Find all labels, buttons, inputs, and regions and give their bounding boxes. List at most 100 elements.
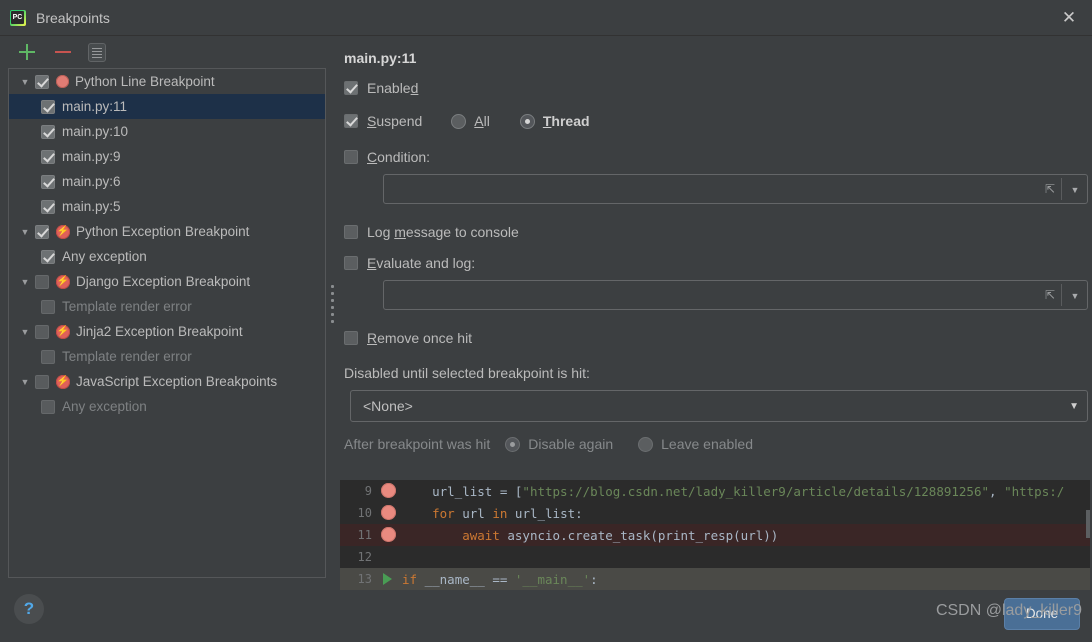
remove-once-hit-checkbox[interactable] bbox=[344, 331, 358, 345]
plus-icon[interactable] bbox=[16, 41, 38, 63]
chevron-down-icon[interactable]: ▼ bbox=[1069, 290, 1081, 302]
suspend-thread-label: Thread bbox=[542, 113, 590, 129]
tree-row-label: Template render error bbox=[62, 299, 192, 314]
tree-row-checkbox[interactable] bbox=[41, 124, 55, 139]
help-button[interactable]: ? bbox=[14, 594, 44, 624]
suspend-all-radio[interactable] bbox=[451, 113, 467, 129]
twisty-expanded-icon[interactable]: ▼ bbox=[15, 327, 35, 337]
tree-row[interactable]: main.py:5 bbox=[9, 194, 325, 219]
pane-splitter[interactable] bbox=[329, 281, 336, 341]
code-preview[interactable]: 9 url_list = ["https://blog.csdn.net/lad… bbox=[340, 480, 1090, 590]
tree-row-checkbox[interactable] bbox=[41, 299, 55, 314]
breakpoint-tree-pane: ▼ Python Line Breakpoint main.py:11 main.py… bbox=[8, 36, 326, 590]
leave-enabled-radio[interactable] bbox=[638, 436, 654, 452]
tree-row-label: main.py:10 bbox=[62, 124, 129, 139]
expand-icon[interactable]: ⇱ bbox=[1043, 182, 1057, 196]
tree-row-checkbox[interactable] bbox=[41, 149, 55, 164]
tree-row[interactable]: Template render error bbox=[9, 344, 325, 369]
tree-row[interactable]: ▼ Jinja2 Exception Breakpoint bbox=[9, 319, 325, 344]
tree-row-checkbox[interactable] bbox=[35, 274, 49, 289]
condition-input[interactable]: ⇱ ▼ bbox=[383, 174, 1088, 204]
after-hit-row: After breakpoint was hit Disable again L… bbox=[340, 436, 1090, 452]
evaluate-log-label: Evaluate and log: bbox=[367, 255, 476, 271]
chevron-down-icon[interactable]: ▼ bbox=[1069, 401, 1079, 412]
suspend-thread-radio[interactable] bbox=[519, 113, 535, 129]
tree-row-checkbox[interactable] bbox=[35, 74, 49, 89]
expand-icon[interactable]: ⇱ bbox=[1043, 288, 1057, 302]
code-scrollbar[interactable] bbox=[1086, 510, 1090, 538]
tree-row[interactable]: main.py:9 bbox=[9, 144, 325, 169]
code-line-text: url_list = ["https://blog.csdn.net/lady_… bbox=[402, 483, 1065, 499]
pycharm-logo-icon bbox=[10, 9, 26, 26]
tree-row-checkbox[interactable] bbox=[41, 199, 55, 214]
chevron-down-icon[interactable]: ▼ bbox=[1069, 184, 1081, 196]
tree-row-checkbox[interactable] bbox=[41, 174, 55, 189]
tree-row[interactable]: ▼ Python Exception Breakpoint bbox=[9, 219, 325, 244]
code-line: 9 url_list = ["https://blog.csdn.net/lad… bbox=[340, 480, 1090, 502]
enabled-checkbox[interactable] bbox=[344, 81, 358, 95]
twisty-expanded-icon[interactable]: ▼ bbox=[15, 277, 35, 287]
tree-row-checkbox[interactable] bbox=[35, 374, 49, 389]
tree-row-checkbox[interactable] bbox=[41, 399, 55, 414]
field-divider bbox=[1061, 178, 1062, 200]
after-hit-label: After breakpoint was hit bbox=[344, 436, 491, 452]
tree-row[interactable]: ▼ Python Line Breakpoint bbox=[9, 69, 325, 94]
condition-label: Condition: bbox=[367, 149, 431, 165]
log-message-label: Log message to console bbox=[367, 224, 519, 240]
tree-row-checkbox[interactable] bbox=[41, 349, 55, 364]
suspend-all-label: All bbox=[474, 113, 490, 129]
twisty-expanded-icon[interactable]: ▼ bbox=[15, 77, 35, 87]
evaluate-log-input[interactable]: ⇱ ▼ bbox=[383, 280, 1088, 310]
breakpoint-dot-icon[interactable] bbox=[378, 502, 402, 524]
dialog-footer: ? Done CSDN @lady_killer9 bbox=[0, 590, 1092, 642]
condition-row[interactable]: Condition: bbox=[340, 149, 1090, 165]
code-line: 13 if __name__ == '__main__': bbox=[340, 568, 1090, 590]
exception-breakpoint-icon bbox=[56, 324, 70, 339]
disabled-until-select[interactable]: <None> ▼ bbox=[350, 390, 1088, 422]
tree-row-label: main.py:9 bbox=[62, 149, 121, 164]
tree-row[interactable]: Any exception bbox=[9, 244, 325, 269]
field-divider bbox=[1061, 284, 1062, 306]
breakpoint-tree[interactable]: ▼ Python Line Breakpoint main.py:11 main.py… bbox=[8, 68, 326, 578]
code-line-text: if __name__ == '__main__': bbox=[402, 571, 598, 587]
dialog-title-bar: Breakpoints ✕ bbox=[0, 0, 1092, 36]
suspend-checkbox[interactable] bbox=[344, 114, 358, 128]
code-line: 10 for url in url_list: bbox=[340, 502, 1090, 524]
enabled-label: Enabled bbox=[367, 80, 419, 96]
tree-row-checkbox[interactable] bbox=[41, 249, 55, 264]
tree-row-label: Jinja2 Exception Breakpoint bbox=[76, 324, 243, 339]
minus-icon[interactable] bbox=[52, 41, 74, 63]
tree-row[interactable]: Any exception bbox=[9, 394, 325, 419]
tree-row-checkbox[interactable] bbox=[41, 99, 55, 114]
gutter-empty bbox=[378, 546, 402, 568]
tree-row-label: main.py:6 bbox=[62, 174, 121, 189]
evaluate-log-row[interactable]: Evaluate and log: bbox=[340, 255, 1090, 271]
twisty-expanded-icon[interactable]: ▼ bbox=[15, 377, 35, 387]
enabled-checkbox-row[interactable]: Enabled bbox=[340, 80, 1090, 96]
tree-row[interactable]: ▼ Django Exception Breakpoint bbox=[9, 269, 325, 294]
tree-row-checkbox[interactable] bbox=[35, 324, 49, 339]
tree-row[interactable]: main.py:10 bbox=[9, 119, 325, 144]
tree-row[interactable]: Template render error bbox=[9, 294, 325, 319]
run-arrow-icon[interactable] bbox=[378, 568, 402, 590]
document-icon[interactable] bbox=[88, 43, 106, 62]
log-message-checkbox[interactable] bbox=[344, 225, 358, 239]
tree-row[interactable]: main.py:11 bbox=[9, 94, 325, 119]
tree-row[interactable]: ▼ JavaScript Exception Breakpoints bbox=[9, 369, 325, 394]
condition-checkbox[interactable] bbox=[344, 150, 358, 164]
log-message-row[interactable]: Log message to console bbox=[340, 224, 1090, 240]
done-button[interactable]: Done bbox=[1004, 598, 1080, 630]
close-icon[interactable]: ✕ bbox=[1046, 0, 1092, 36]
tree-row-checkbox[interactable] bbox=[35, 224, 49, 239]
disable-again-radio[interactable] bbox=[505, 436, 521, 452]
leave-enabled-label: Leave enabled bbox=[661, 436, 754, 452]
suspend-label: Suspend bbox=[367, 113, 423, 129]
code-line-number: 12 bbox=[357, 550, 372, 564]
evaluate-log-checkbox[interactable] bbox=[344, 256, 358, 270]
remove-once-hit-row[interactable]: Remove once hit bbox=[340, 330, 1090, 346]
tree-row[interactable]: main.py:6 bbox=[9, 169, 325, 194]
tree-row-label: JavaScript Exception Breakpoints bbox=[76, 374, 278, 389]
twisty-expanded-icon[interactable]: ▼ bbox=[15, 227, 35, 237]
breakpoint-dot-icon[interactable] bbox=[378, 480, 402, 502]
breakpoint-dot-icon[interactable] bbox=[378, 524, 402, 546]
